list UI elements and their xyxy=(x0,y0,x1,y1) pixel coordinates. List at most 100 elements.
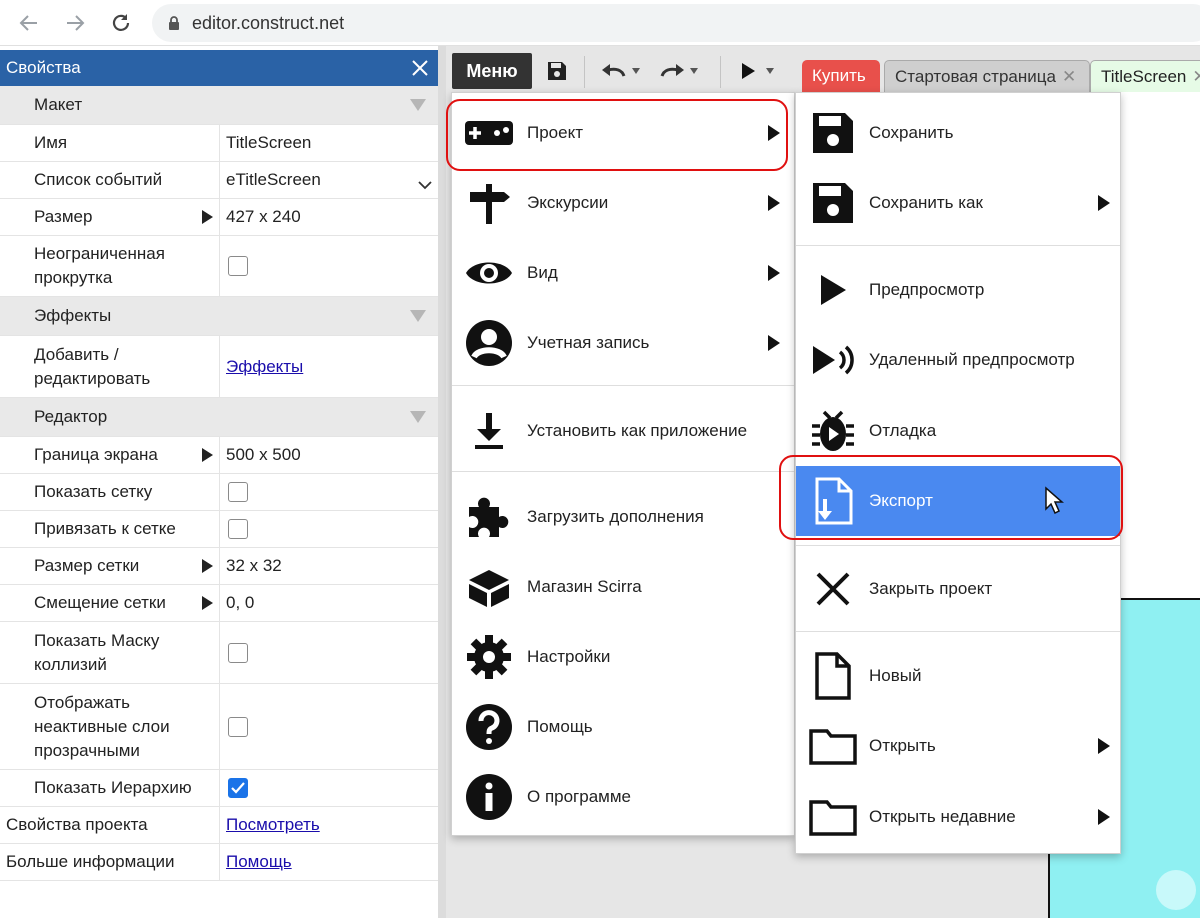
submenu-item-save[interactable]: Сохранить xyxy=(796,98,1120,168)
menu-item-account[interactable]: Учетная запись xyxy=(452,308,794,378)
show-grid-checkbox[interactable] xyxy=(228,482,248,502)
submenu-item-save-as[interactable]: Сохранить как xyxy=(796,168,1120,238)
info-icon xyxy=(464,772,514,822)
select-value: eTitleScreen xyxy=(226,170,321,189)
section-effects[interactable]: Эффекты xyxy=(0,297,438,336)
eye-icon xyxy=(464,248,514,298)
menu-item-install[interactable]: Установить как приложение xyxy=(452,396,794,466)
menu-item-project[interactable]: Проект xyxy=(452,98,794,168)
view-link[interactable]: Посмотреть xyxy=(226,815,320,835)
bug-icon xyxy=(808,406,858,456)
menu-item-label: Экскурсии xyxy=(527,193,609,212)
snap-grid-checkbox[interactable] xyxy=(228,519,248,539)
submenu-item-preview[interactable]: Предпросмотр xyxy=(796,255,1120,325)
submenu-arrow-icon xyxy=(768,195,780,211)
prop-label: Привязать к сетке xyxy=(34,519,176,538)
tab-label: Купить xyxy=(812,66,866,85)
close-icon[interactable] xyxy=(410,58,430,78)
prop-label: Свойства проекта xyxy=(6,815,148,834)
dropdown-icon[interactable] xyxy=(690,68,698,74)
size-value[interactable]: 427 x 240 xyxy=(226,207,301,227)
grid-offset-value[interactable]: 0, 0 xyxy=(226,593,254,613)
dropdown-icon[interactable] xyxy=(632,68,640,74)
main-menu: Проект Экскурсии Вид Учетная запись Уста… xyxy=(451,92,795,836)
submenu-arrow-icon xyxy=(1098,195,1110,211)
panel-splitter[interactable] xyxy=(438,46,446,918)
dropdown-icon[interactable] xyxy=(766,68,774,74)
submenu-item-debug[interactable]: Отладка xyxy=(796,396,1120,466)
prop-row-project: Свойства проекта Посмотреть xyxy=(0,807,438,844)
tab-title-screen[interactable]: TitleScreen ✕ xyxy=(1090,60,1200,92)
grid-size-value[interactable]: 32 x 32 xyxy=(226,556,282,576)
inactive-layers-checkbox[interactable] xyxy=(228,716,248,737)
prop-row-snap-grid: Привязать к сетке xyxy=(0,511,438,548)
help-link[interactable]: Помощь xyxy=(226,852,292,872)
prop-row-events: Список событий eTitleScreen xyxy=(0,162,438,199)
section-layout[interactable]: Макет xyxy=(0,86,438,125)
signpost-icon xyxy=(464,178,514,228)
hierarchy-checkbox[interactable] xyxy=(228,778,248,798)
submenu-item-new[interactable]: Новый xyxy=(796,641,1120,711)
play-icon xyxy=(808,265,858,315)
properties-title: Свойства xyxy=(6,58,81,77)
prop-label: Больше информации xyxy=(6,852,175,871)
menu-item-about[interactable]: О программе xyxy=(452,762,794,832)
collapse-icon[interactable] xyxy=(410,411,426,423)
submenu-item-open-recent[interactable]: Открыть недавние xyxy=(796,782,1120,852)
menu-item-store[interactable]: Магазин Scirra xyxy=(452,552,794,622)
play-icon[interactable] xyxy=(740,56,774,86)
tab-start-page[interactable]: Стартовая страница ✕ xyxy=(884,60,1090,92)
arrow-left-icon[interactable] xyxy=(14,8,44,38)
save-icon xyxy=(808,108,858,158)
close-icon[interactable]: ✕ xyxy=(1062,67,1076,87)
save-icon[interactable] xyxy=(546,56,568,86)
arrow-right-icon[interactable] xyxy=(60,8,90,38)
save-icon xyxy=(808,178,858,228)
user-account-icon xyxy=(464,318,514,368)
expand-icon[interactable] xyxy=(202,559,213,573)
reload-icon[interactable] xyxy=(106,8,136,38)
close-icon[interactable]: ✕ xyxy=(1192,67,1200,87)
menu-divider xyxy=(796,545,1120,546)
screen-border-value[interactable]: 500 x 500 xyxy=(226,445,301,465)
submenu-item-export[interactable]: Экспорт xyxy=(796,466,1120,536)
tab-buy[interactable]: Купить xyxy=(802,60,880,92)
submenu-item-label: Новый xyxy=(869,666,922,685)
tab-label: TitleScreen xyxy=(1101,66,1187,86)
prop-row-hierarchy: Показать Иерархию xyxy=(0,770,438,807)
name-field[interactable]: TitleScreen xyxy=(226,133,311,153)
expand-icon[interactable] xyxy=(202,210,213,224)
event-sheet-select[interactable]: eTitleScreen xyxy=(220,162,438,198)
menu-item-tours[interactable]: Экскурсии xyxy=(452,168,794,238)
menu-item-label: Загрузить дополнения xyxy=(527,507,704,526)
collision-mask-checkbox[interactable] xyxy=(228,642,248,663)
unbounded-scroll-checkbox[interactable] xyxy=(228,256,248,276)
prop-label: Показать Иерархию xyxy=(34,778,192,797)
folder-icon xyxy=(808,792,858,842)
menu-item-label: Проект xyxy=(527,123,583,142)
submenu-arrow-icon xyxy=(768,335,780,351)
section-editor[interactable]: Редактор xyxy=(0,398,438,437)
undo-icon[interactable] xyxy=(600,56,640,86)
expand-icon[interactable] xyxy=(202,448,213,462)
menu-button[interactable]: Меню xyxy=(452,53,532,89)
menu-item-label: Настройки xyxy=(527,647,611,666)
expand-icon[interactable] xyxy=(202,596,213,610)
submenu-item-close-project[interactable]: Закрыть проект xyxy=(796,554,1120,624)
prop-row-grid-size: Размер сетки 32 x 32 xyxy=(0,548,438,585)
effects-link[interactable]: Эффекты xyxy=(226,357,303,377)
submenu-arrow-icon xyxy=(1098,809,1110,825)
redo-icon[interactable] xyxy=(658,56,698,86)
collapse-icon[interactable] xyxy=(410,310,426,322)
menu-item-settings[interactable]: Настройки xyxy=(452,622,794,692)
menu-item-help[interactable]: Помощь xyxy=(452,692,794,762)
collapse-icon[interactable] xyxy=(410,99,426,111)
menu-divider xyxy=(452,385,794,386)
submenu-item-remote-preview[interactable]: Удаленный предпросмотр xyxy=(796,325,1120,395)
submenu-item-open[interactable]: Открыть xyxy=(796,711,1120,781)
menu-item-view[interactable]: Вид xyxy=(452,238,794,308)
submenu-arrow-icon xyxy=(1098,738,1110,754)
puzzle-icon xyxy=(464,492,514,542)
address-bar[interactable]: editor.construct.net xyxy=(152,4,1200,42)
menu-item-addons[interactable]: Загрузить дополнения xyxy=(452,482,794,552)
